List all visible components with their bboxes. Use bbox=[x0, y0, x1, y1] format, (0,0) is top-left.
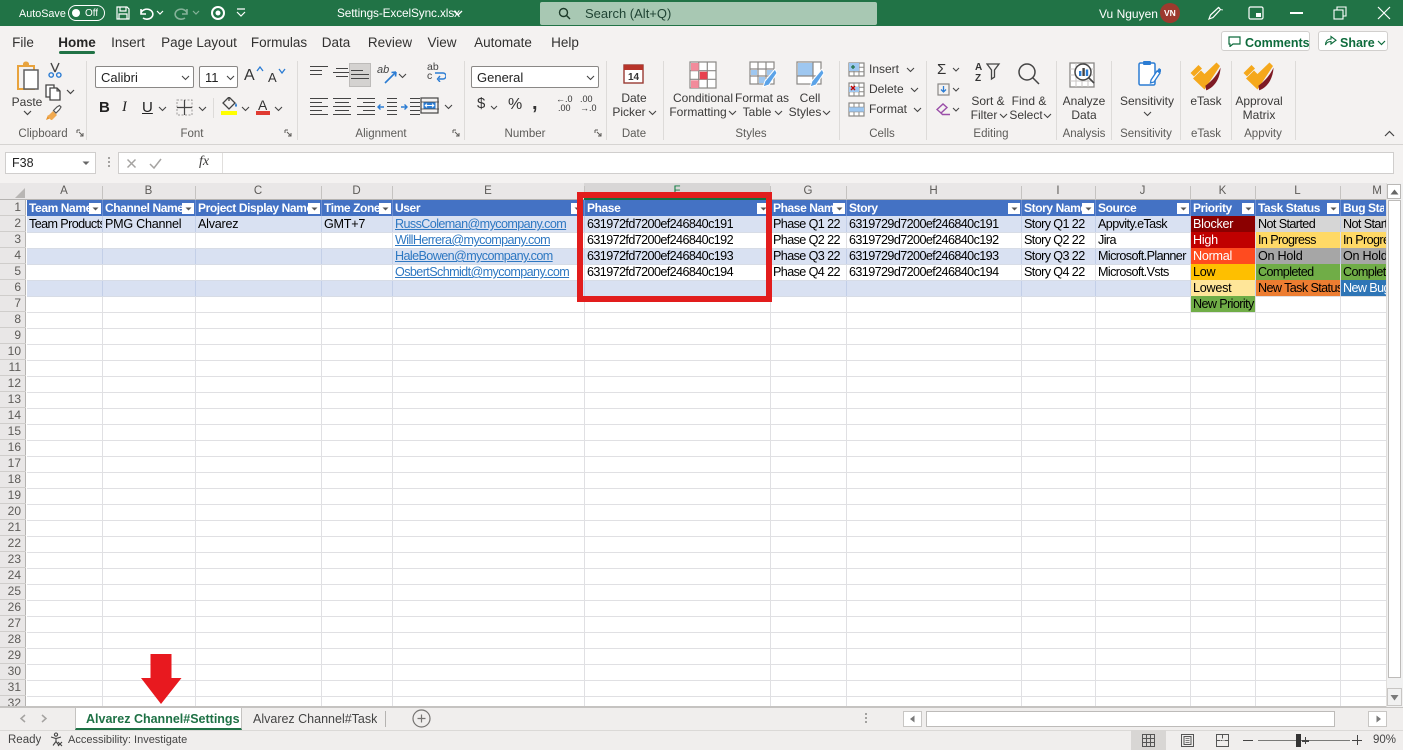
svg-text:14: 14 bbox=[628, 72, 640, 83]
